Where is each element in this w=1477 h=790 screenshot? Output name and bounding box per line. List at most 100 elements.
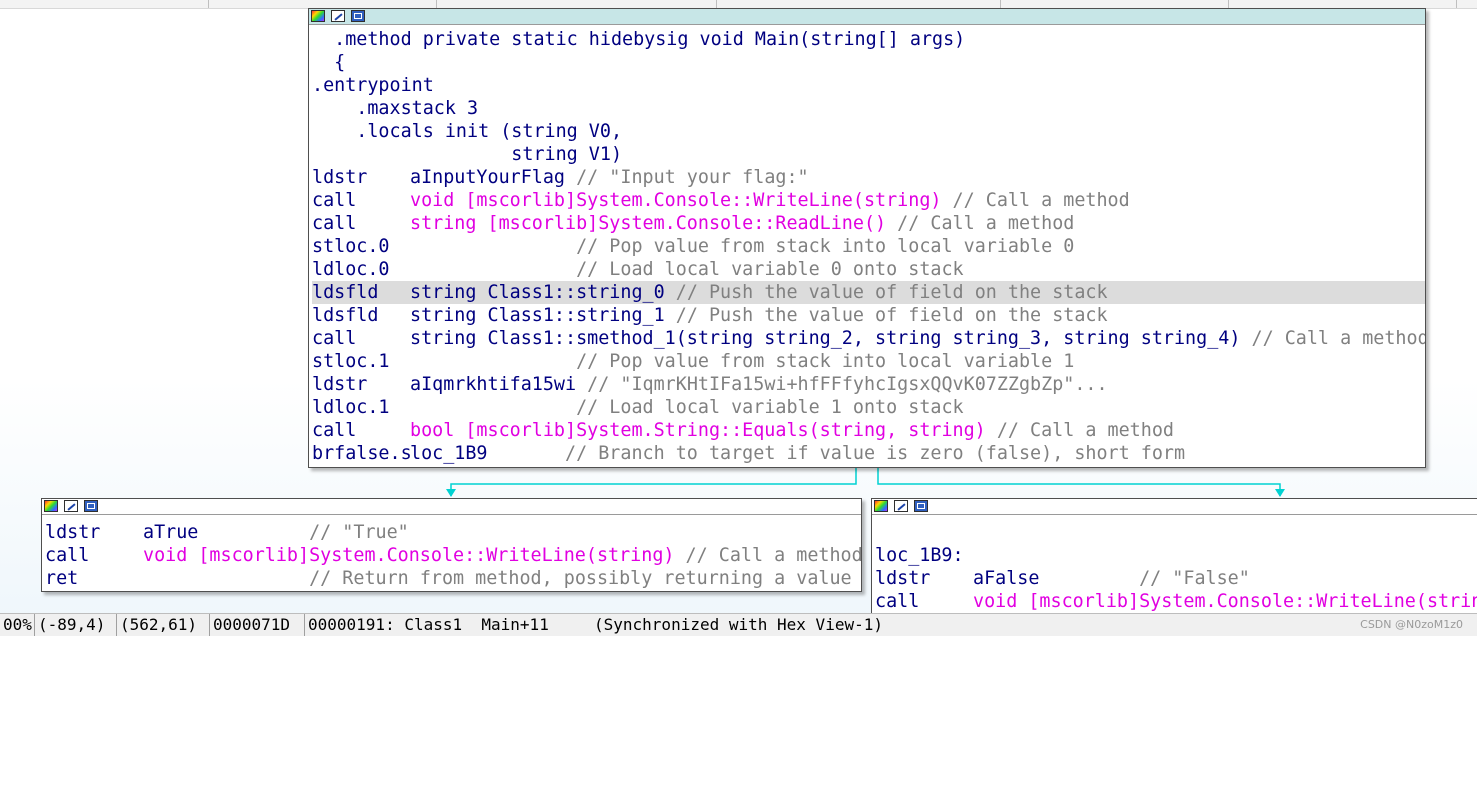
api-reference: bool [mscorlib]System.String::Equals(str… — [410, 420, 986, 441]
mnemonic: ldstr — [312, 374, 368, 395]
mnemonic: ldloc.1 — [312, 397, 390, 418]
comment: // Push the value of field on the stack — [664, 305, 1108, 326]
tab-divider — [716, 0, 717, 8]
operand: aTrue — [143, 522, 310, 543]
true-branch-block[interactable]: ldstr aTrue // "True" call void [mscorlib]S… — [41, 498, 862, 592]
comment: // "Input your flag:" — [565, 167, 809, 188]
mnemonic: stloc.1 — [312, 351, 390, 372]
color-palette-icon[interactable] — [44, 500, 58, 512]
graph-view-icon[interactable] — [351, 10, 365, 22]
edge-true-arrow — [446, 489, 456, 497]
code-line[interactable]: .locals init (string V0, — [312, 120, 1425, 143]
mnemonic: ldstr — [45, 522, 101, 543]
code-line[interactable]: call string Class1::smethod_1(string stri… — [312, 327, 1425, 350]
main-block-titlebar — [309, 9, 1425, 25]
false-branch-block[interactable]: loc_1B9: ldstr aFalse // "False" call void [… — [871, 498, 1477, 620]
main-code-listing: .method private static hidebysig void Ma… — [312, 28, 1425, 465]
mnemonic: brfalse.s — [312, 443, 412, 464]
code-line[interactable]: call void [mscorlib]System.Console::Write… — [875, 590, 1477, 613]
api-reference: void [mscorlib]System.Console::WriteLine… — [143, 545, 675, 566]
code-line[interactable]: string V1) — [312, 143, 1425, 166]
code-line[interactable]: ldstr aTrue // "True" — [45, 521, 861, 544]
true-code-listing: ldstr aTrue // "True" call void [mscorlib]S… — [45, 521, 861, 590]
edit-icon[interactable] — [64, 500, 78, 512]
code-line[interactable]: ldsfld string Class1::string_0 // Push th… — [312, 281, 1425, 304]
comment: // Call a method — [1240, 328, 1426, 349]
edit-icon[interactable] — [894, 500, 908, 512]
operand: aIqmrkhtifa15wi — [410, 374, 577, 395]
mnemonic: call — [45, 545, 90, 566]
tab-divider — [1000, 0, 1001, 8]
code-label[interactable]: loc_1B9: — [875, 544, 1477, 567]
comment: // Call a method — [886, 213, 1075, 234]
comment: // Call a method — [941, 190, 1130, 211]
tab-divider — [1456, 0, 1457, 8]
comment: // Push the value of field on the stack — [664, 282, 1108, 303]
operand: string Class1::smethod_1(string string_2… — [410, 328, 1241, 349]
operand: aInputYourFlag — [410, 167, 566, 188]
directive: { — [312, 52, 346, 73]
operand — [410, 351, 576, 372]
mnemonic: ret — [45, 568, 79, 589]
mnemonic: call — [312, 190, 357, 211]
code-line[interactable]: ldloc.0 // Load local variable 0 onto st… — [312, 258, 1425, 281]
operand — [410, 259, 576, 280]
code-line[interactable]: call string [mscorlib]System.Console::Rea… — [312, 212, 1425, 235]
code-line[interactable]: ldstr aInputYourFlag // "Input your flag:… — [312, 166, 1425, 189]
code-line[interactable]: call bool [mscorlib]System.String::Equals… — [312, 419, 1425, 442]
code-line[interactable]: { — [312, 51, 1425, 74]
code-line[interactable]: ret // Return from method, possibly retu… — [45, 567, 861, 590]
operand: string Class1::string_0 — [410, 282, 665, 303]
api-reference: void [mscorlib]System.Console::WriteLine… — [410, 190, 942, 211]
comment: // Branch to target if value is zero (fa… — [565, 443, 1186, 464]
operand — [143, 568, 309, 589]
comment: // Load local variable 0 onto stack — [576, 259, 964, 280]
graph-view-icon[interactable] — [914, 500, 928, 512]
comment: // Pop value from stack into local varia… — [576, 236, 1075, 257]
directive: .method private static hidebysig void Ma… — [312, 29, 966, 50]
mnemonic: ldstr — [875, 568, 931, 589]
edge-false — [877, 467, 1281, 496]
color-palette-icon[interactable] — [311, 10, 325, 22]
mnemonic: call — [312, 420, 357, 441]
color-palette-icon[interactable] — [874, 500, 888, 512]
api-reference: string [mscorlib]System.Console::ReadLin… — [410, 213, 887, 234]
edge-true — [450, 467, 857, 496]
label: loc_1B9: — [875, 545, 964, 566]
mnemonic: call — [312, 328, 357, 349]
code-line[interactable]: .maxstack 3 — [312, 97, 1425, 120]
graph-coords-2: (562,61) — [117, 614, 210, 636]
code-line[interactable]: ldsfld string Class1::string_1 // Push th… — [312, 304, 1425, 327]
comment: // Call a method — [674, 545, 862, 566]
status-bar: 00% (-89,4) (562,61) 0000071D 00000191: … — [0, 613, 1477, 636]
mnemonic: ldsfld — [312, 282, 379, 303]
code-line[interactable]: call void [mscorlib]System.Console::Write… — [45, 544, 861, 567]
main-code-block[interactable]: .method private static hidebysig void Ma… — [308, 8, 1426, 468]
operand — [410, 397, 576, 418]
code-line[interactable]: brfalse.sloc_1B9 // Branch to target if … — [312, 442, 1425, 465]
comment: // "IqmrKHtIFa15wi+hfFFfyhcIgsxQQvK07ZZg… — [576, 374, 1108, 395]
operand — [410, 236, 576, 257]
edge-false-arrow — [1275, 489, 1285, 497]
comment: // Load local variable 1 onto stack — [576, 397, 964, 418]
graph-coords-1: (-89,4) — [35, 614, 117, 636]
tab-divider — [208, 0, 209, 8]
file-offset: 0000071D — [210, 614, 305, 636]
code-line[interactable]: .entrypoint — [312, 74, 1425, 97]
code-line[interactable]: call void [mscorlib]System.Console::Write… — [312, 189, 1425, 212]
code-line[interactable]: ldloc.1 // Load local variable 1 onto st… — [312, 396, 1425, 419]
operand: loc_1B9 — [410, 443, 566, 464]
watermark: CSDN @N0zoM1z0 — [1360, 618, 1463, 631]
directive: .maxstack 3 — [312, 98, 479, 119]
false-block-titlebar — [872, 499, 1477, 515]
comment: // "False" — [1139, 568, 1250, 589]
graph-view-icon[interactable] — [84, 500, 98, 512]
code-line[interactable]: ldstr aIqmrkhtifa15wi // "IqmrKHtIFa15wi+… — [312, 373, 1425, 396]
code-line[interactable]: .method private static hidebysig void Ma… — [312, 28, 1425, 51]
api-reference: void [mscorlib]System.Console::WriteLine… — [973, 591, 1477, 612]
directive: string V1) — [312, 144, 623, 165]
edit-icon[interactable] — [331, 10, 345, 22]
code-line[interactable]: stloc.1 // Pop value from stack into loc… — [312, 350, 1425, 373]
code-line[interactable]: ldstr aFalse // "False" — [875, 567, 1477, 590]
code-line[interactable]: stloc.0 // Pop value from stack into loc… — [312, 235, 1425, 258]
